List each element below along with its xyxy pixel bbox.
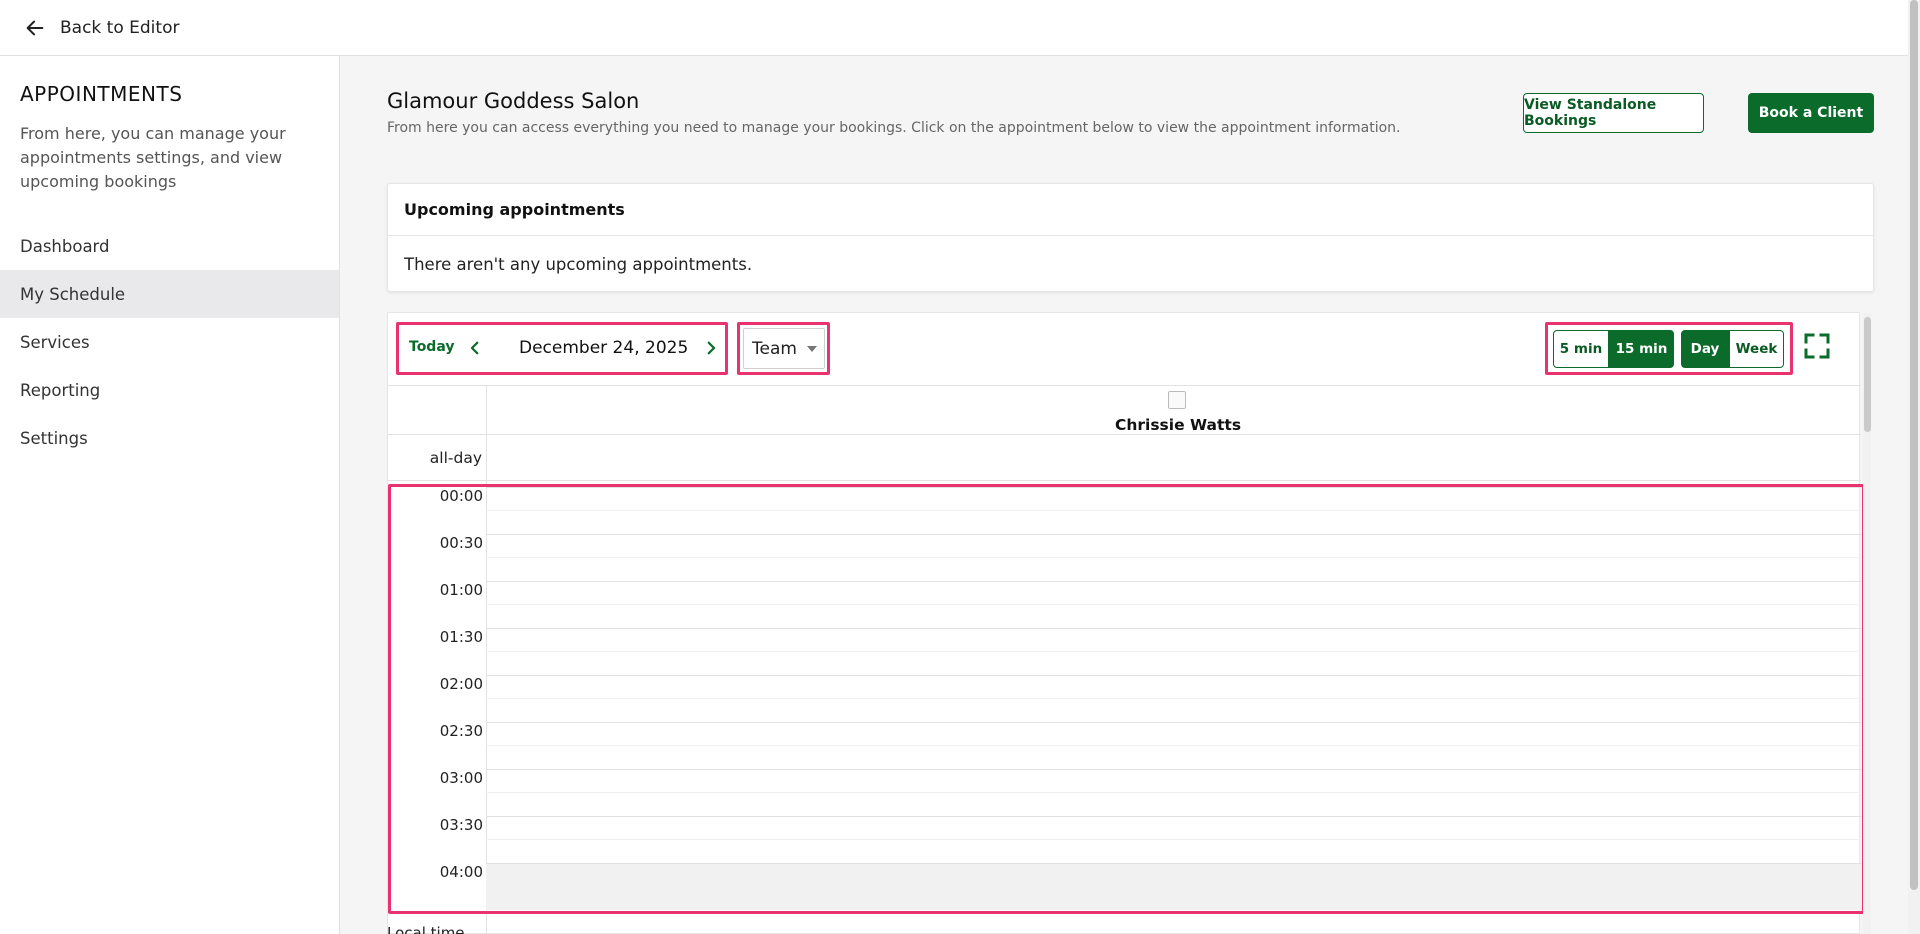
all-day-label: all-day	[429, 449, 482, 467]
upcoming-appointments-heading: Upcoming appointments	[388, 184, 1873, 236]
main-content: Glamour Goddess Salon From here you can …	[340, 56, 1908, 934]
time-label: 03:30	[439, 816, 483, 834]
time-slot[interactable]: 02:30	[391, 722, 1862, 769]
time-label: 01:30	[439, 628, 483, 646]
time-slot[interactable]: 03:00	[391, 769, 1862, 816]
page-subtitle: From here you can access everything you …	[387, 120, 1401, 136]
time-label: 04:00	[439, 863, 483, 881]
sidebar: APPOINTMENTS From here, you can manage y…	[0, 56, 340, 934]
slot-divider	[486, 792, 1862, 793]
page-scrollbar[interactable]	[1908, 0, 1920, 934]
book-a-client-button[interactable]: Book a Client	[1748, 93, 1874, 133]
current-date: December 24, 2025	[519, 338, 689, 358]
back-to-editor-link[interactable]: Back to Editor	[24, 17, 179, 39]
today-button[interactable]: Today	[409, 339, 454, 355]
team-select[interactable]: Team	[743, 328, 825, 369]
slot-divider	[486, 557, 1862, 558]
team-select-value: Team	[752, 338, 797, 359]
chevron-left-icon	[470, 341, 479, 355]
time-label: 02:00	[439, 675, 483, 693]
sidebar-item-dashboard[interactable]: Dashboard	[0, 222, 339, 270]
back-to-editor-label: Back to Editor	[60, 17, 180, 38]
time-label: 00:30	[439, 534, 483, 552]
time-label: 00:00	[439, 487, 483, 505]
next-day-button[interactable]	[699, 336, 723, 360]
slot-divider	[486, 886, 1862, 887]
slot-divider	[486, 839, 1862, 840]
slot-divider	[486, 745, 1862, 746]
sidebar-item-services[interactable]: Services	[0, 318, 339, 366]
sidebar-item-reporting[interactable]: Reporting	[0, 366, 339, 414]
team-select-group: Team	[737, 322, 830, 375]
top-bar: Back to Editor	[0, 0, 1908, 56]
arrow-left-icon	[26, 20, 44, 35]
previous-day-button[interactable]	[463, 336, 487, 360]
time-slot[interactable]: 01:00	[391, 581, 1862, 628]
schedule-calendar: Today December 24, 2025 Team 5 min 15 mi…	[387, 312, 1871, 934]
sidebar-nav: Dashboard My Schedule Services Reporting…	[0, 222, 339, 462]
calendar-scroll-thumb[interactable]	[1864, 317, 1871, 432]
view-week-button[interactable]: Week	[1729, 330, 1784, 368]
chevron-right-icon	[707, 341, 716, 355]
time-label: 03:00	[439, 769, 483, 787]
interval-5-min-button[interactable]: 5 min	[1553, 330, 1609, 368]
view-toggles: 5 min 15 min Day Week	[1545, 322, 1793, 375]
sidebar-description: From here, you can manage your appointme…	[20, 124, 286, 191]
calendar-scrollbar[interactable]	[1863, 313, 1871, 934]
sidebar-item-my-schedule[interactable]: My Schedule	[0, 270, 339, 318]
view-day-button[interactable]: Day	[1681, 330, 1729, 368]
time-label: 01:00	[439, 581, 483, 599]
slot-divider	[486, 510, 1862, 511]
staff-name: Chrissie Watts	[1114, 416, 1242, 434]
interval-15-min-button[interactable]: 15 min	[1609, 330, 1674, 368]
time-slot[interactable]: 00:00	[391, 487, 1862, 534]
slot-divider	[486, 651, 1862, 652]
sidebar-item-settings[interactable]: Settings	[0, 414, 339, 462]
upcoming-appointments-card: Upcoming appointments There aren't any u…	[387, 183, 1874, 292]
page-title: Glamour Goddess Salon	[387, 89, 640, 113]
sidebar-title: APPOINTMENTS	[20, 82, 183, 106]
time-slot[interactable]: 01:30	[391, 628, 1862, 675]
caret-down-icon	[806, 345, 817, 352]
page-scroll-thumb[interactable]	[1910, 0, 1918, 890]
fullscreen-icon[interactable]	[1804, 333, 1830, 359]
slot-divider	[486, 604, 1862, 605]
all-day-row[interactable]: all-day	[388, 435, 1861, 481]
time-slot[interactable]: 02:00	[391, 675, 1862, 722]
time-slot[interactable]: 00:30	[391, 534, 1862, 581]
time-slot[interactable]: 03:30	[391, 816, 1862, 863]
upcoming-appointments-empty: There aren't any upcoming appointments.	[404, 254, 753, 274]
view-standalone-bookings-button[interactable]: View Standalone Bookings	[1523, 93, 1704, 133]
time-slot[interactable]: 04:00	[391, 863, 1862, 910]
local-time-label: Local time	[387, 924, 465, 934]
date-navigation: Today December 24, 2025	[396, 322, 728, 375]
slot-divider	[486, 698, 1862, 699]
resource-header: Chrissie Watts	[388, 385, 1861, 435]
time-grid: 00:00 00:30 01:00 01:30 02:00 02:30 03:0…	[388, 484, 1865, 914]
staff-avatar	[1168, 391, 1186, 409]
time-label: 02:30	[439, 722, 483, 740]
